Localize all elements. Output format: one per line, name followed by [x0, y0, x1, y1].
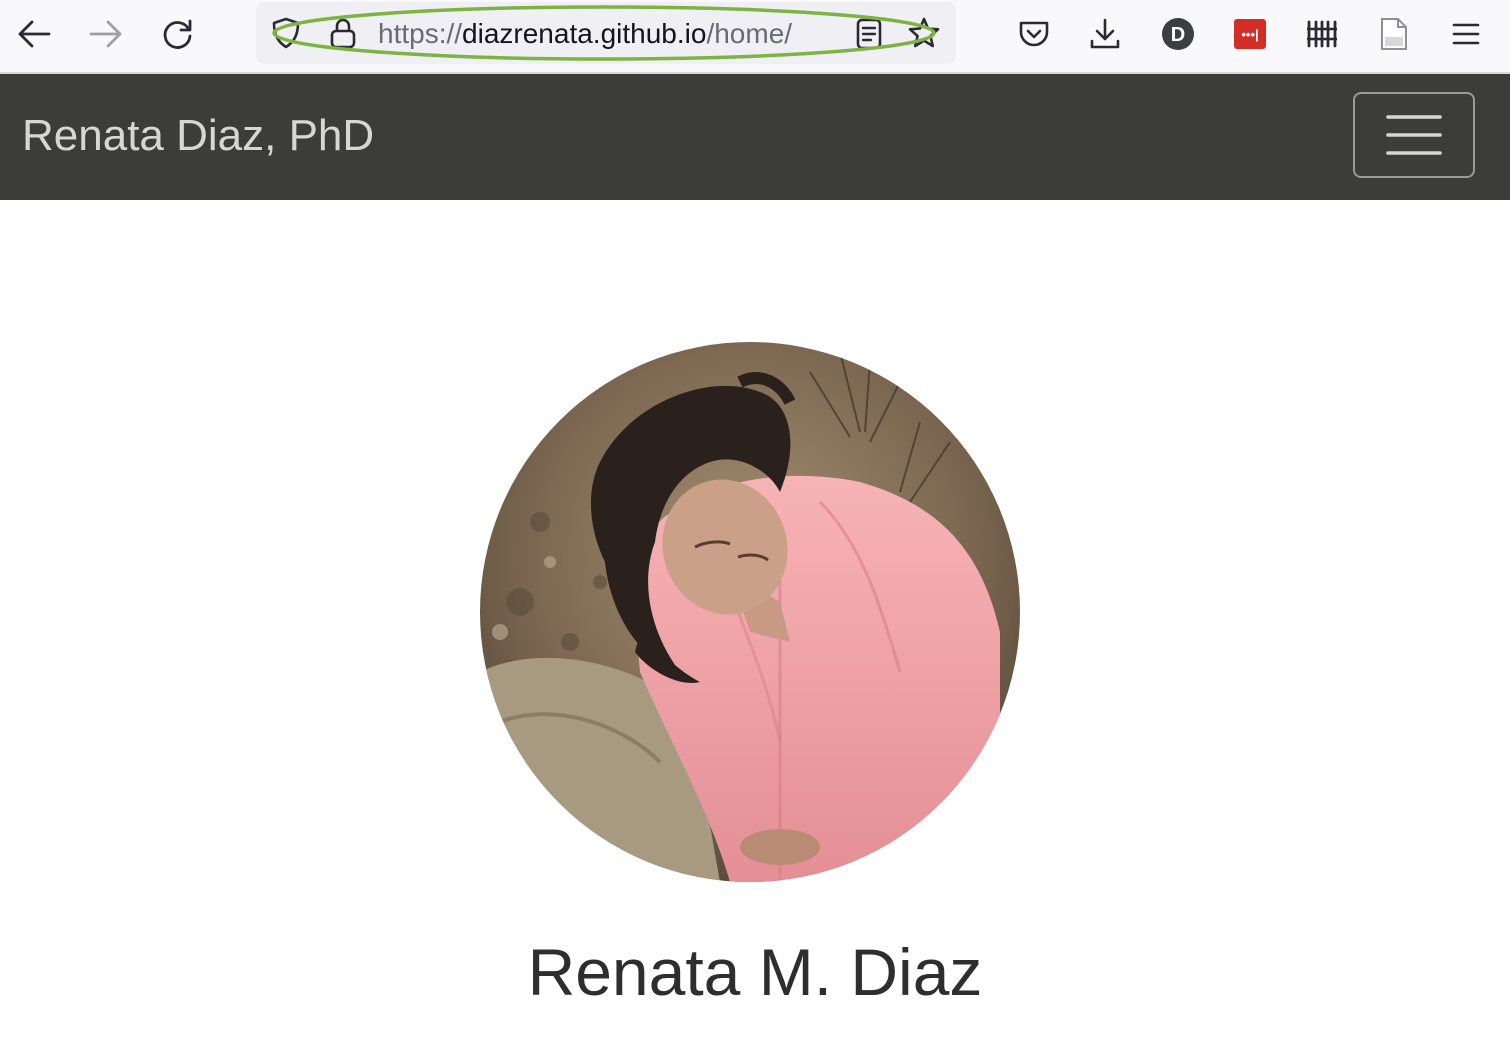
library-button[interactable]	[1300, 12, 1344, 56]
pocket-icon	[1019, 21, 1049, 47]
hero-name: Renata M. Diaz	[527, 935, 983, 1009]
lastpass-icon: •••|	[1234, 19, 1266, 49]
url-bar[interactable]: https://diazrenata.github.io/home/	[256, 2, 956, 64]
lastpass-dots: •••|	[1241, 27, 1258, 42]
forward-button[interactable]	[84, 12, 128, 56]
hamburger-icon	[1386, 115, 1442, 155]
lastpass-button[interactable]: •••|	[1228, 12, 1272, 56]
extension-d-letter: D	[1171, 24, 1185, 46]
url-text[interactable]: https://diazrenata.github.io/home/	[378, 16, 792, 52]
lock-icon[interactable]	[326, 15, 360, 51]
site-navbar: Renata Diaz, PhD	[0, 74, 1510, 200]
download-icon	[1090, 18, 1120, 49]
page-button[interactable]	[1372, 12, 1416, 56]
back-icon	[18, 20, 51, 48]
downloads-button[interactable]	[1083, 12, 1127, 56]
reader-view-icon[interactable]	[854, 17, 884, 51]
extension-d-icon: D	[1162, 18, 1194, 50]
reload-icon	[163, 19, 192, 49]
forward-icon	[89, 20, 122, 48]
bookmark-star-icon[interactable]	[906, 15, 942, 51]
url-scheme: https://	[378, 18, 463, 49]
profile-photo	[480, 342, 1020, 882]
tracking-shield-icon[interactable]	[268, 15, 304, 51]
app-menu-button[interactable]	[1444, 12, 1488, 56]
extension-d-button[interactable]: D	[1156, 12, 1200, 56]
browser-toolbar: https://diazrenata.github.io/home/ D •••…	[0, 0, 1510, 74]
page-icon	[1381, 18, 1407, 50]
site-brand[interactable]: Renata Diaz, PhD	[22, 110, 374, 162]
reload-button[interactable]	[156, 12, 200, 56]
app-menu-icon	[1452, 23, 1480, 45]
url-path: /home/	[706, 18, 793, 49]
menu-toggle-button[interactable]	[1353, 92, 1475, 178]
url-host: diazrenata.github.io	[462, 18, 707, 49]
back-button[interactable]	[12, 12, 56, 56]
pocket-button[interactable]	[1012, 12, 1056, 56]
library-icon	[1307, 20, 1337, 48]
